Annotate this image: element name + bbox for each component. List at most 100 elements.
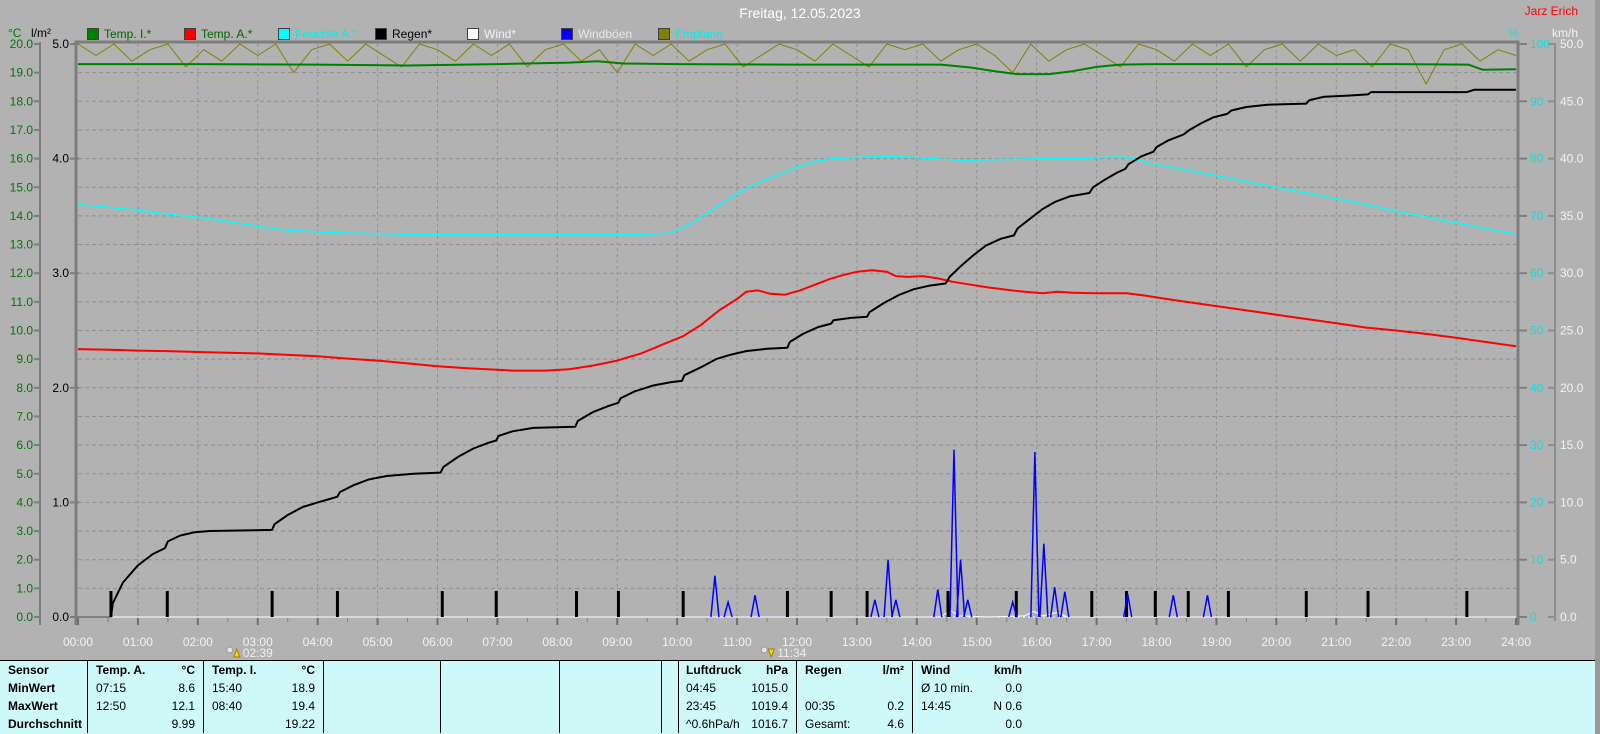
legend-item-windben: Windböen [561,27,632,41]
legend-label: Wind* [484,27,517,41]
svg-text:4.0: 4.0 [52,152,69,166]
moon-rise-marker: 02:39 [226,646,273,660]
table-cell [662,715,679,733]
weather-chart: 0.0 1.0 2.0 3.0 4.0 5.0 6.0 7.0 8.0 9.0 10.0 11.0 12… [10,37,1584,660]
svg-text:16.0: 16.0 [10,152,34,166]
svg-text:11:00: 11:00 [723,635,752,649]
gridlines [78,44,1516,617]
table-cell: 12:50 12.1 [88,697,204,715]
svg-text:18:00: 18:00 [1141,635,1171,649]
svg-text:40.0: 40.0 [1560,152,1584,166]
svg-text:6.0: 6.0 [16,438,33,452]
svg-text:15.0: 15.0 [10,180,34,194]
moon-rise-icon [226,646,241,658]
celsius-axis: 0.0 1.0 2.0 3.0 4.0 5.0 6.0 7.0 8.0 9.0 10.0 11.0 12… [10,37,41,625]
svg-text:2.0: 2.0 [52,381,69,395]
svg-text:04:00: 04:00 [303,635,333,649]
svg-text:19:00: 19:00 [1201,635,1231,649]
svg-text:0: 0 [1530,610,1537,624]
table-header-cell: Wind km/h [921,663,1022,677]
table-header-cell [324,661,441,679]
svg-text:16:00: 16:00 [1022,635,1052,649]
svg-text:19.0: 19.0 [10,66,34,80]
table-cell: 9.99 [88,715,204,733]
table-cell: Ø 10 min. 0.0 [921,681,1022,695]
svg-text:07:00: 07:00 [482,635,512,649]
svg-text:0.0: 0.0 [52,610,69,624]
window-edge-shade [1595,0,1600,734]
table-filler-cell [1030,679,1600,697]
svg-text:20:00: 20:00 [1261,635,1291,649]
svg-text:80: 80 [1530,152,1544,166]
svg-text:1.0: 1.0 [52,495,69,509]
svg-text:90: 90 [1530,94,1544,108]
table-row-label: MaxWert [0,697,88,715]
svg-text:17:00: 17:00 [1082,635,1112,649]
svg-text:45.0: 45.0 [1560,94,1584,108]
svg-text:0.0: 0.0 [16,610,33,624]
table-filler-cell [1030,715,1600,733]
svg-text:50: 50 [1530,324,1544,338]
legend-label: Feuchte A.* [295,27,358,41]
page-title: Freitag, 12.05.2023 [739,5,861,21]
svg-text:25.0: 25.0 [1560,324,1584,338]
legend-swatch-icon [278,28,290,40]
legend-swatch-icon [658,28,670,40]
legend-item-tempi: Temp. I.* [87,27,151,41]
svg-text:15:00: 15:00 [962,635,992,649]
legend-item-feuchtea: Feuchte A.* [278,27,357,41]
table-cell [662,697,679,715]
table-cell [441,697,560,715]
legend-label: Empfang [675,27,724,41]
table-filler-cell [1030,697,1600,715]
svg-text:30.0: 30.0 [1560,266,1584,280]
svg-text:17.0: 17.0 [10,123,34,137]
legend-swatch-icon [561,28,573,40]
svg-text:60: 60 [1530,266,1544,280]
svg-text:13:00: 13:00 [842,635,872,649]
legend-item-empfang: Empfang [658,27,723,41]
moon-set-icon [760,646,775,659]
time-axis: 00:00 01:00 02:00 03:00 04:00 05:00 06:00 07:00… [63,618,1531,649]
table-cell [560,715,662,733]
svg-text:24:00: 24:00 [1501,635,1531,649]
svg-text:08:00: 08:00 [542,635,572,649]
svg-text:20: 20 [1530,495,1544,509]
svg-text:05:00: 05:00 [363,635,393,649]
chart-legend: Temp. I.* Temp. A.* Feuchte A.* Regen* Wind*… [0,27,1500,43]
svg-text:5.0: 5.0 [16,467,33,481]
rain-tip-ticks [109,591,1469,617]
table-cell: 14:45 N 0.6 [921,699,1022,713]
moon-set-marker: 11:34 [760,646,807,660]
svg-text:4.0: 4.0 [16,495,33,509]
svg-text:10.0: 10.0 [1560,495,1584,509]
table-cell: 08:40 19.4 [204,697,324,715]
svg-text:23:00: 23:00 [1441,635,1471,649]
legend-item-tempa: Temp. A.* [184,27,252,41]
svg-text:3.0: 3.0 [52,266,69,280]
svg-text:8.0: 8.0 [16,381,33,395]
table-filler-cell [1030,661,1600,679]
svg-text:10:00: 10:00 [662,635,692,649]
svg-text:1.0: 1.0 [16,581,33,595]
svg-text:14.0: 14.0 [10,209,34,223]
svg-text:15.0: 15.0 [1560,438,1584,452]
legend-label: Temp. A.* [201,27,253,41]
table-cell [662,679,679,697]
svg-text:30: 30 [1530,438,1544,452]
windspeed-axis: 0.05.010.015.020.025.030.035.040.045.050… [1548,37,1584,624]
svg-text:09:00: 09:00 [602,635,632,649]
table-cell [324,679,441,697]
table-cell: 0.0 [1005,717,1022,731]
svg-text:9.0: 9.0 [16,352,33,366]
table-cell: Gesamt: 4.6 [797,715,913,733]
table-cell: ^0.6hPa/h 1016.7 [678,715,797,733]
svg-text:14:00: 14:00 [902,635,932,649]
svg-text:21:00: 21:00 [1321,635,1351,649]
weather-station-app: 0.0 1.0 2.0 3.0 4.0 5.0 6.0 7.0 8.0 9.0 10.0 11.0 12… [0,0,1600,734]
legend-swatch-icon [184,28,196,40]
table-cell [324,697,441,715]
table-header-sensor: Sensor [0,661,88,679]
svg-text:40: 40 [1530,381,1544,395]
svg-text:11.0: 11.0 [11,295,34,309]
